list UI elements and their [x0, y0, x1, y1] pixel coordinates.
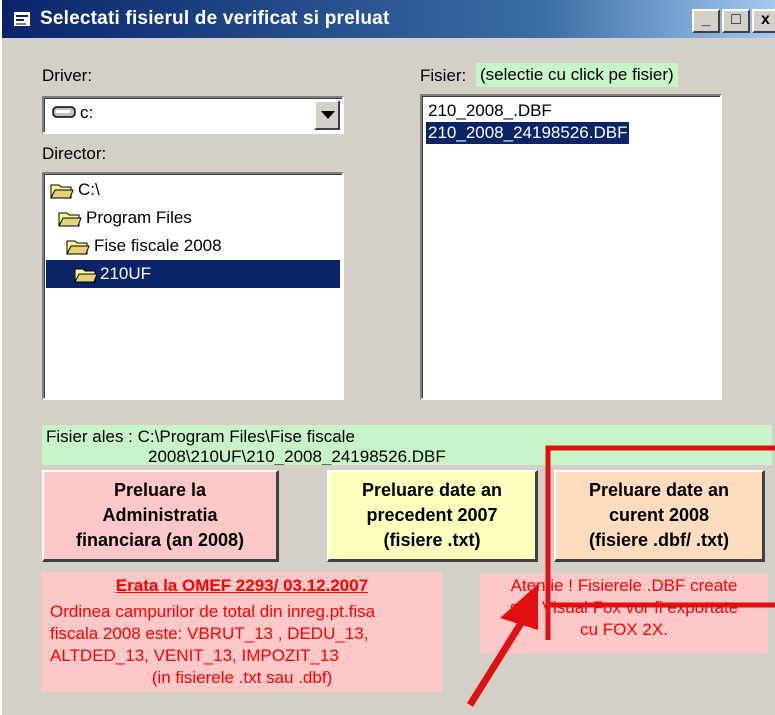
open-folder-icon: [50, 184, 74, 199]
dialog-window: Selectati fisierul de verificat si prelu…: [0, 0, 775, 715]
close-icon: x: [761, 11, 770, 28]
drive-icon: [52, 106, 76, 118]
erata-line: (in fisierele .txt sau .dbf): [151, 668, 333, 687]
atentie-line: sub Visual Fox vor fi exportate: [509, 598, 739, 617]
erata-line: fiscala 2008 este: VBRUT_13 , DEDU_13,: [50, 624, 369, 643]
title-bar[interactable]: Selectati fisierul de verificat si prelu…: [2, 0, 775, 38]
fisier-label: Fisier:: [420, 66, 467, 85]
fisier-listbox[interactable]: 210_2008_.DBF 210_2008_24198526.DBF: [420, 94, 722, 400]
driver-dropdown-button[interactable]: [314, 100, 340, 130]
atentie-panel: Atentie ! Fisierele .DBF create sub Visu…: [480, 574, 768, 654]
file-item[interactable]: 210_2008_.DBF: [426, 100, 554, 122]
fisier-hint: (selectie cu click pe fisier): [476, 63, 678, 87]
open-folder-icon: [66, 240, 90, 255]
selected-file-path: Fisier ales : C:\Program Files\Fise fisc…: [42, 425, 772, 465]
close-button[interactable]: x: [752, 9, 775, 33]
dir-item-fise-fiscale[interactable]: Fise fiscale 2008: [66, 232, 340, 260]
atentie-line: cu FOX 2X.: [580, 620, 668, 639]
open-folder-icon: [58, 212, 82, 227]
preluare-administratia-button[interactable]: Preluare la Administratia financiara (an…: [42, 470, 279, 562]
dir-item-210uf[interactable]: 210UF: [46, 260, 340, 288]
director-label: Director:: [42, 144, 107, 163]
director-listbox[interactable]: C:\ Program Files Fise fiscale 2008 210U…: [42, 172, 344, 400]
driver-value: c:: [80, 103, 94, 122]
minimize-icon: _: [701, 11, 711, 28]
atentie-line: Atentie ! Fisierele .DBF create: [510, 576, 738, 595]
dir-item-program-files[interactable]: Program Files: [58, 204, 340, 232]
driver-label: Driver:: [42, 66, 93, 85]
file-item-selected[interactable]: 210_2008_24198526.DBF: [426, 122, 630, 144]
erata-panel: Erata la OMEF 2293/ 03.12.2007 Ordinea c…: [42, 572, 442, 692]
erata-title: Erata la OMEF 2293/ 03.12.2007: [115, 576, 369, 595]
chevron-down-icon: [321, 111, 335, 119]
app-icon: [14, 12, 30, 26]
preluare-precedent-button[interactable]: Preluare date an precedent 2007 (fisiere…: [327, 470, 538, 562]
erata-line: ALTDED_13, VENIT_13, IMPOZIT_13: [50, 646, 339, 665]
preluare-curent-button[interactable]: Preluare date an curent 2008 (fisiere .d…: [554, 470, 765, 562]
open-folder-icon: [74, 268, 98, 283]
dir-item-root[interactable]: C:\: [50, 176, 340, 204]
maximize-button[interactable]: □: [722, 9, 750, 33]
window-title: Selectati fisierul de verificat si prelu…: [40, 8, 390, 29]
erata-line: Ordinea campurilor de total din inreg.pt…: [50, 602, 376, 621]
minimize-button[interactable]: _: [692, 9, 720, 33]
maximize-icon: □: [731, 11, 741, 28]
driver-combobox[interactable]: c:: [42, 96, 344, 134]
